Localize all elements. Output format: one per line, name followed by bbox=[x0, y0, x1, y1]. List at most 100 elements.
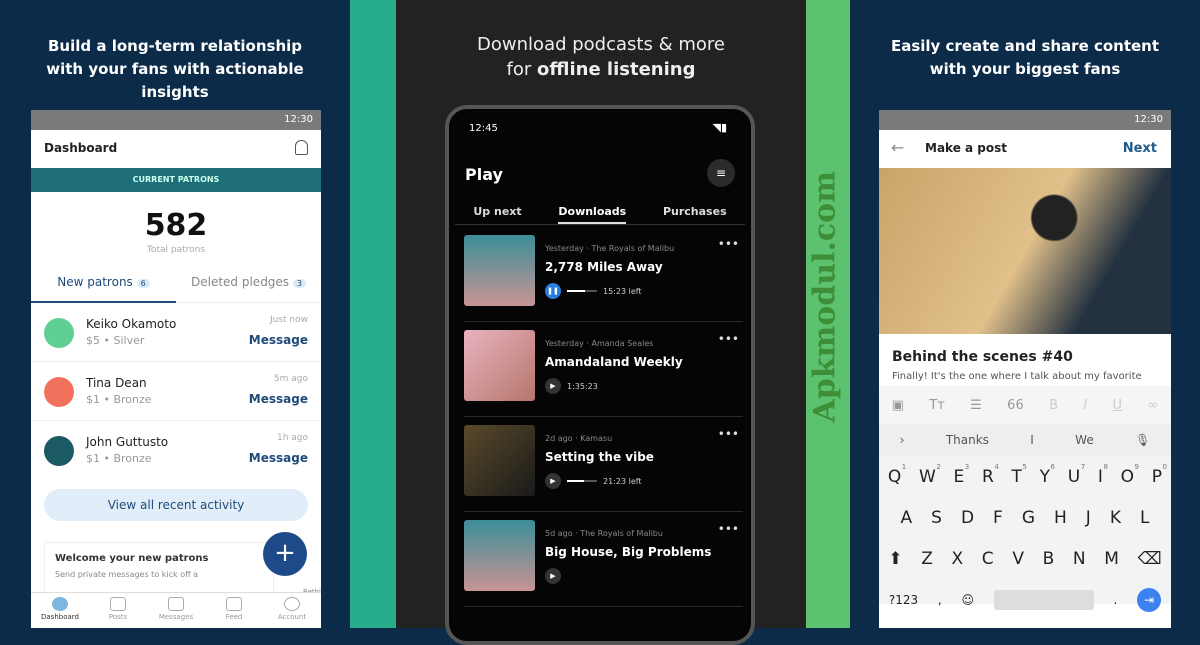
key-y[interactable]: Y6 bbox=[1040, 463, 1055, 487]
key-o[interactable]: O9 bbox=[1121, 463, 1139, 487]
status-bar: 12:30 bbox=[879, 110, 1171, 130]
key-p[interactable]: P0 bbox=[1151, 463, 1167, 487]
tab-up-next[interactable]: Up next bbox=[473, 197, 521, 224]
symbols-key[interactable]: ?123 bbox=[889, 593, 918, 607]
enter-key[interactable]: ⇥ bbox=[1137, 587, 1162, 612]
play-tabs: Up next Downloads Purchases bbox=[455, 197, 745, 225]
space-key[interactable] bbox=[993, 589, 1094, 610]
key-s[interactable]: S bbox=[931, 508, 942, 528]
key-number-hint: 3 bbox=[964, 462, 970, 471]
tab-new-patrons[interactable]: New patrons 6 bbox=[31, 265, 176, 303]
next-button[interactable]: Next bbox=[1123, 141, 1157, 156]
quote-icon[interactable]: 66 bbox=[1007, 398, 1024, 413]
avatar bbox=[44, 436, 74, 466]
welcome-title: Welcome your new patrons bbox=[55, 553, 209, 564]
key-j[interactable]: J bbox=[1086, 508, 1091, 528]
key-label: R bbox=[981, 466, 994, 487]
key-a[interactable]: A bbox=[901, 508, 913, 528]
episode-row[interactable]: 5d ago · The Royals of Malibu Big House, … bbox=[464, 512, 743, 607]
shift-key[interactable]: ⬆ bbox=[888, 549, 902, 569]
suggestion[interactable]: We bbox=[1075, 433, 1094, 447]
message-button[interactable]: Message bbox=[249, 392, 308, 406]
key-number-hint: 8 bbox=[1103, 462, 1108, 471]
post-phone: 12:30 ← Make a post Next Behind the scen… bbox=[879, 110, 1171, 628]
message-button[interactable]: Message bbox=[249, 451, 308, 465]
filter-button[interactable]: ≡ bbox=[707, 159, 735, 187]
bold-icon[interactable]: B bbox=[1049, 398, 1058, 413]
nav-feed[interactable]: Feed bbox=[205, 593, 263, 628]
key-k[interactable]: K bbox=[1110, 508, 1121, 528]
view-all-activity-button[interactable]: View all recent activity bbox=[44, 489, 308, 521]
key-i[interactable]: I8 bbox=[1098, 463, 1108, 487]
text-size-icon[interactable]: Tт bbox=[929, 398, 945, 413]
underline-icon[interactable]: U bbox=[1113, 398, 1123, 413]
mic-icon[interactable]: 🎙 bbox=[1135, 433, 1150, 447]
pause-icon[interactable]: ❚❚ bbox=[545, 283, 561, 299]
image-icon[interactable]: ▣ bbox=[892, 398, 904, 413]
episode-title: 2,778 Miles Away bbox=[545, 260, 663, 274]
play-icon[interactable]: ▶ bbox=[545, 378, 561, 394]
episode-row[interactable]: Yesterday · Amanda Seales Amandaland Week… bbox=[464, 322, 743, 417]
key-n[interactable]: N bbox=[1073, 549, 1086, 569]
key-g[interactable]: G bbox=[1022, 508, 1035, 528]
tab-downloads[interactable]: Downloads bbox=[558, 197, 627, 224]
key-q[interactable]: Q1 bbox=[888, 463, 906, 487]
backspace-key[interactable]: ⌫ bbox=[1138, 549, 1162, 569]
playback: ▶ 1:35:23 bbox=[545, 378, 598, 394]
nav-account[interactable]: Account bbox=[263, 593, 321, 628]
key-m[interactable]: M bbox=[1104, 549, 1119, 569]
key-row: ?123, ☺. ⇥ bbox=[879, 579, 1171, 620]
expand-icon[interactable]: › bbox=[900, 433, 905, 447]
nav-dashboard[interactable]: Dashboard bbox=[31, 593, 89, 628]
patron-tabs: New patrons 6 Deleted pledges 3 bbox=[31, 265, 321, 303]
tab-purchases[interactable]: Purchases bbox=[663, 197, 727, 224]
more-icon[interactable]: ••• bbox=[718, 522, 739, 536]
list-icon[interactable]: ☰ bbox=[970, 398, 982, 413]
post-title: Behind the scenes #40 bbox=[892, 349, 1073, 365]
suggestion[interactable]: Thanks bbox=[946, 433, 989, 447]
episode-row[interactable]: Yesterday · The Royals of Malibu 2,778 Mi… bbox=[464, 227, 743, 322]
key-e[interactable]: E3 bbox=[954, 463, 970, 487]
bell-icon[interactable] bbox=[295, 140, 308, 155]
more-icon[interactable]: ••• bbox=[718, 427, 739, 441]
key-l[interactable]: L bbox=[1140, 508, 1149, 528]
center-caption: Download podcasts & more for offline lis… bbox=[396, 32, 806, 82]
back-arrow-icon[interactable]: ← bbox=[891, 138, 904, 157]
tab-count: 3 bbox=[292, 279, 306, 288]
more-icon[interactable]: ••• bbox=[718, 332, 739, 346]
post-body: Finally! It's the one where I talk about… bbox=[892, 371, 1142, 382]
key-d[interactable]: D bbox=[961, 508, 974, 528]
key-z[interactable]: Z bbox=[921, 549, 933, 569]
more-icon[interactable]: ••• bbox=[718, 237, 739, 251]
nav-posts[interactable]: Posts bbox=[89, 593, 147, 628]
period-key[interactable]: . bbox=[1114, 593, 1118, 607]
key-u[interactable]: U7 bbox=[1068, 463, 1085, 487]
key-v[interactable]: V bbox=[1012, 549, 1024, 569]
teal-stripe bbox=[350, 0, 396, 628]
key-c[interactable]: C bbox=[982, 549, 994, 569]
emoji-key[interactable]: ☺ bbox=[961, 593, 974, 607]
key-f[interactable]: F bbox=[993, 508, 1003, 528]
key-label: P bbox=[1151, 466, 1162, 487]
key-t[interactable]: T5 bbox=[1012, 463, 1027, 487]
right-caption: Easily create and share content with you… bbox=[890, 37, 1160, 78]
episode-row[interactable]: 2d ago · Kamasu Setting the vibe ▶ 21:23 le… bbox=[464, 417, 743, 512]
play-icon[interactable]: ▶ bbox=[545, 568, 561, 584]
italic-icon[interactable]: I bbox=[1083, 398, 1087, 413]
nav-messages[interactable]: Messages bbox=[147, 593, 205, 628]
key-r[interactable]: R4 bbox=[981, 463, 999, 487]
add-fab[interactable]: + bbox=[263, 532, 307, 576]
key-h[interactable]: H bbox=[1054, 508, 1067, 528]
suggestion[interactable]: I bbox=[1030, 433, 1034, 447]
comma-key[interactable]: , bbox=[938, 593, 942, 607]
key-w[interactable]: W2 bbox=[919, 463, 941, 487]
message-button[interactable]: Message bbox=[249, 333, 308, 347]
link-icon[interactable]: ∞ bbox=[1147, 398, 1158, 413]
bottom-nav: Dashboard Posts Messages Feed Account bbox=[31, 592, 321, 628]
key-b[interactable]: B bbox=[1043, 549, 1055, 569]
play-icon[interactable]: ▶ bbox=[545, 473, 561, 489]
tab-count: 6 bbox=[136, 279, 150, 288]
tab-deleted-pledges[interactable]: Deleted pledges 3 bbox=[176, 265, 321, 303]
key-x[interactable]: X bbox=[952, 549, 964, 569]
avatar bbox=[44, 318, 74, 348]
